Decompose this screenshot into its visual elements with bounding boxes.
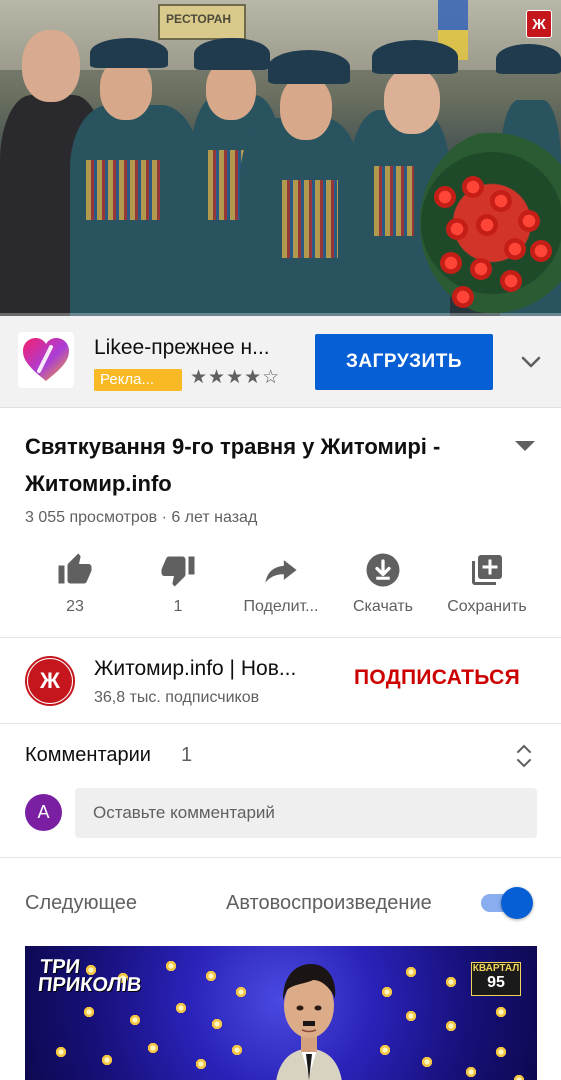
stage-light — [445, 1020, 457, 1032]
up-next-label: Следующее — [25, 892, 137, 914]
download-icon — [363, 550, 403, 590]
divider — [0, 857, 561, 858]
like-button[interactable]: 23 — [20, 548, 130, 624]
stage-light — [513, 1074, 525, 1080]
stage-light — [205, 970, 217, 982]
download-button[interactable]: Скачать — [328, 548, 438, 624]
stage-light — [381, 986, 393, 998]
stage-light — [495, 1006, 507, 1018]
add-to-playlist-icon — [467, 550, 507, 590]
stage-light — [55, 1046, 67, 1058]
stage-light — [165, 960, 177, 972]
channel-name[interactable]: Житомир.info | Нов... — [94, 657, 296, 681]
stage-light — [235, 986, 247, 998]
share-label: Поделит... — [243, 598, 319, 615]
kvartal-logo: КВАРТАЛ 95 — [471, 962, 521, 996]
stage-light — [211, 1018, 223, 1030]
share-button[interactable]: Поделит... — [226, 548, 336, 624]
stage-light — [195, 1058, 207, 1070]
stage-light — [405, 966, 417, 978]
divider — [0, 723, 561, 724]
action-bar: 23 1 Поделит... Скачать Сохранить — [0, 548, 561, 624]
likee-heart-logo-icon — [18, 332, 74, 388]
divider — [0, 637, 561, 638]
dislike-count: 1 — [173, 598, 183, 615]
stage-light — [129, 1014, 141, 1026]
dislike-button[interactable]: 1 — [123, 548, 233, 624]
like-count: 23 — [66, 598, 84, 615]
channel-watermark-logo: Ж — [526, 10, 552, 38]
video-player[interactable]: РЕСТОРАН Ж — [0, 0, 561, 316]
ad-install-button[interactable]: ЗАГРУЗИТЬ — [315, 334, 493, 390]
expand-comments-icon[interactable] — [513, 742, 535, 770]
stage-light — [379, 1044, 391, 1056]
video-restaurant-sign: РЕСТОРАН — [158, 4, 246, 40]
stage-light — [101, 1054, 113, 1066]
video-title[interactable]: Святкування 9-го травня у Житомирі - Жит… — [25, 428, 495, 502]
autoplay-toggle[interactable] — [481, 887, 533, 919]
stage-light — [175, 1002, 187, 1014]
stage-light — [147, 1042, 159, 1054]
ad-banner[interactable]: Likee-прежнее н... Рекла... ★★★★☆ ЗАГРУЗ… — [0, 316, 561, 408]
comment-input[interactable]: Оставьте комментарий — [75, 788, 537, 838]
ad-rating-stars: ★★★★☆ — [190, 367, 281, 388]
stage-light — [231, 1044, 243, 1056]
share-icon — [261, 550, 301, 590]
comments-label[interactable]: Комментарии — [25, 744, 151, 767]
save-label: Сохранить — [447, 598, 527, 615]
expand-description-icon[interactable] — [513, 438, 537, 454]
user-avatar: A — [25, 794, 62, 831]
download-label: Скачать — [353, 598, 413, 615]
stage-light — [465, 1066, 477, 1078]
chevron-down-icon[interactable] — [519, 350, 543, 374]
stage-light — [405, 1010, 417, 1022]
ad-badge: Рекла... — [94, 369, 182, 391]
autoplay-label: Автовоспроизведение — [226, 892, 432, 914]
save-button[interactable]: Сохранить — [432, 548, 542, 624]
next-video-thumbnail[interactable]: ТРИ ПРИКОЛІВ КВАРТАЛ 95 — [25, 946, 537, 1080]
subscribe-button[interactable]: ПОДПИСАТЬСЯ — [354, 666, 520, 690]
video-meta: 3 055 просмотров · 6 лет назад — [25, 509, 258, 526]
show-logo: ТРИ ПРИКОЛІВ — [36, 956, 143, 996]
stage-light — [83, 1006, 95, 1018]
comments-count: 1 — [181, 744, 193, 766]
channel-subscribers: 36,8 тыс. подписчиков — [94, 689, 260, 706]
stage-light — [495, 1046, 507, 1058]
channel-avatar[interactable]: Ж — [25, 656, 75, 706]
ad-title[interactable]: Likee-прежнее н... — [94, 336, 270, 360]
thumbs-down-icon — [158, 550, 198, 590]
stage-light — [421, 1056, 433, 1068]
thumbs-up-icon — [55, 550, 95, 590]
thumbnail-person — [276, 964, 342, 1080]
stage-light — [445, 976, 457, 988]
